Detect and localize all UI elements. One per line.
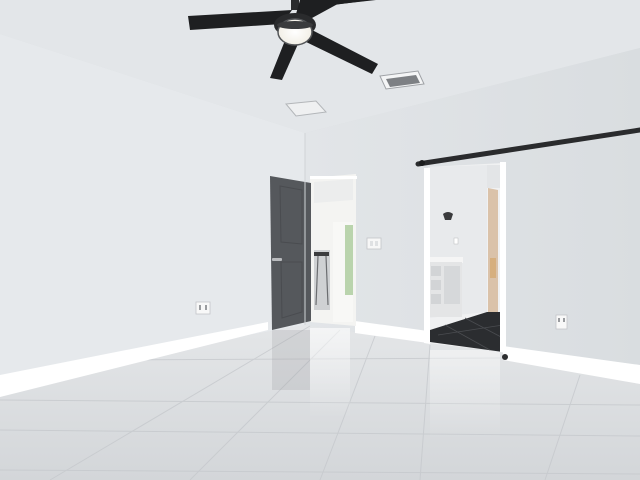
bathroom-vanity-icon [429,257,463,317]
door-stop-icon [502,354,508,360]
wall-outlet-right-icon [555,314,568,330]
wall-outlet-icon [195,301,211,315]
bedroom-photo [0,0,640,480]
door-handle-icon[interactable] [272,258,282,261]
bathroom-opening [428,163,504,352]
light-switch-icon[interactable] [366,237,382,250]
bedroom-scene [0,0,640,480]
hallway-doorway [310,174,357,326]
